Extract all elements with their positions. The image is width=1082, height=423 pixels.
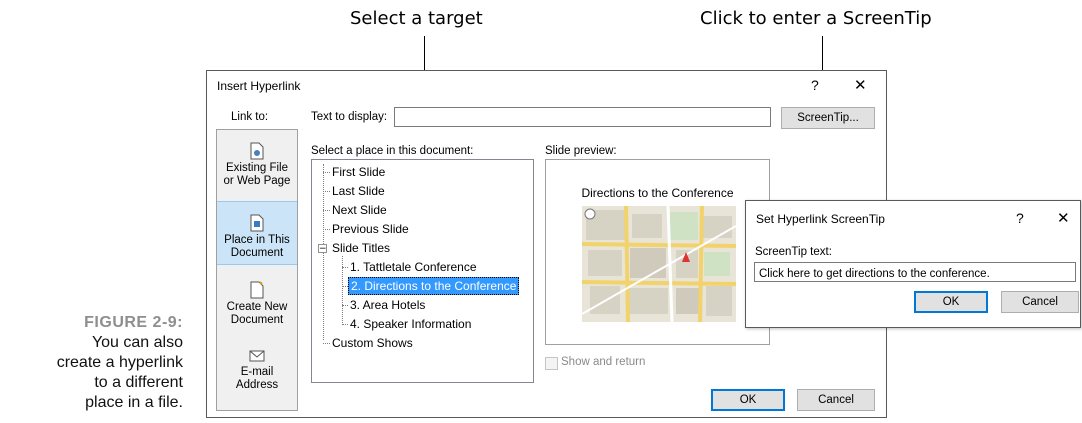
slide-preview-label: Slide preview: (545, 145, 617, 157)
tree-line (323, 343, 330, 344)
place-in-document-icon (250, 214, 264, 232)
tree-item-custom-shows[interactable]: Custom Shows (332, 335, 413, 351)
screentip-ok-button[interactable]: OK (914, 291, 988, 313)
tree-item-first-slide[interactable]: First Slide (332, 164, 385, 180)
screentip-text-label: ScreenTip text: (755, 246, 832, 258)
caption-line: create a hyperlink (56, 354, 183, 371)
text-to-display-input[interactable] (394, 107, 771, 127)
place-tree[interactable]: First Slide Last Slide Next Slide Previo… (311, 159, 534, 383)
tree-line (323, 191, 330, 192)
link-to-label: Link to: (231, 111, 269, 123)
tree-line (323, 172, 330, 173)
ok-button-label: OK (739, 394, 757, 406)
figure-number: FIGURE 2-9: (84, 314, 183, 331)
screentip-button-label: ScreenTip... (797, 112, 859, 124)
tree-item-slide[interactable]: 3. Area Hotels (350, 297, 425, 313)
sidebar-item-label: E-mail (240, 366, 274, 378)
new-document-icon (250, 281, 264, 299)
screentip-close-button[interactable]: ✕ (1057, 209, 1070, 227)
sidebar-item-label: Document (230, 314, 284, 326)
screentip-cancel-label: Cancel (1022, 296, 1058, 308)
tree-item-previous-slide[interactable]: Previous Slide (332, 221, 409, 237)
caption-line: to a different (94, 374, 183, 391)
email-icon (249, 350, 265, 362)
show-and-return-label: Show and return (561, 356, 646, 368)
sidebar-item-label: or Web Page (223, 175, 291, 187)
tree-item-last-slide[interactable]: Last Slide (332, 183, 385, 199)
tree-item-slide[interactable]: 4. Speaker Information (350, 316, 471, 332)
preview-slide-title: Directions to the Conference (581, 186, 734, 200)
select-place-label: Select a place in this document: (311, 145, 474, 157)
caption-line: place in a file. (85, 394, 183, 411)
sidebar-item-label: Document (230, 247, 284, 259)
callout-select-target: Select a target (350, 8, 483, 29)
tree-line (342, 267, 348, 268)
tree-item-slide[interactable]: 1. Tattletale Conference (350, 259, 477, 275)
screentip-help-button[interactable]: ? (1016, 210, 1024, 226)
screentip-cancel-button[interactable]: Cancel (1001, 291, 1079, 313)
sidebar-item-existing-file[interactable]: Existing File or Web Page (217, 142, 297, 190)
link-to-sidebar: Existing File or Web Page Place in This … (216, 129, 298, 411)
tree-item-next-slide[interactable]: Next Slide (332, 202, 387, 218)
tree-item-slide-titles[interactable]: Slide Titles (332, 240, 390, 256)
figure-caption: FIGURE 2-9: You can also create a hyperl… (0, 313, 183, 413)
callout-screentip: Click to enter a ScreenTip (700, 8, 932, 29)
tree-line (323, 210, 330, 211)
screentip-text-value: Click here to get directions to the conf… (759, 268, 990, 280)
tree-item-slide-selected[interactable]: 2. Directions to the Conference (348, 277, 520, 295)
sidebar-item-label: Place in This (224, 234, 290, 246)
cancel-button[interactable]: Cancel (797, 389, 875, 411)
existing-file-icon (250, 142, 264, 160)
tree-line (342, 324, 348, 325)
map-image (582, 206, 736, 322)
sidebar-item-place-in-document[interactable]: Place in This Document (217, 201, 297, 265)
slide-preview: Directions to the Conference (545, 159, 770, 345)
sidebar-item-label: Address (235, 379, 279, 391)
sidebar-item-email[interactable]: E-mail Address (217, 346, 297, 394)
caption-line: You can also (91, 334, 183, 351)
collapse-toggle-icon[interactable]: − (318, 244, 327, 254)
screentip-ok-label: OK (942, 296, 960, 308)
tree-line (323, 229, 330, 230)
help-button[interactable]: ? (811, 77, 819, 93)
tree-line (342, 305, 348, 306)
screentip-dialog: Set Hyperlink ScreenTip ? ✕ ScreenTip te… (745, 200, 1081, 328)
ok-button[interactable]: OK (711, 389, 785, 411)
screentip-text-input[interactable]: Click here to get directions to the conf… (754, 262, 1076, 282)
sidebar-item-create-new[interactable]: Create New Document (217, 281, 297, 329)
close-button[interactable]: ✕ (854, 76, 867, 94)
text-to-display-label: Text to display: (311, 111, 388, 123)
screentip-dialog-title: Set Hyperlink ScreenTip (756, 212, 885, 226)
dialog-title: Insert Hyperlink (217, 79, 301, 93)
sidebar-item-label: Existing File (226, 162, 288, 174)
sidebar-item-label: Create New (226, 301, 288, 313)
screentip-button[interactable]: ScreenTip... (781, 107, 875, 129)
cancel-button-label: Cancel (818, 394, 854, 406)
show-and-return-checkbox[interactable] (545, 357, 558, 370)
